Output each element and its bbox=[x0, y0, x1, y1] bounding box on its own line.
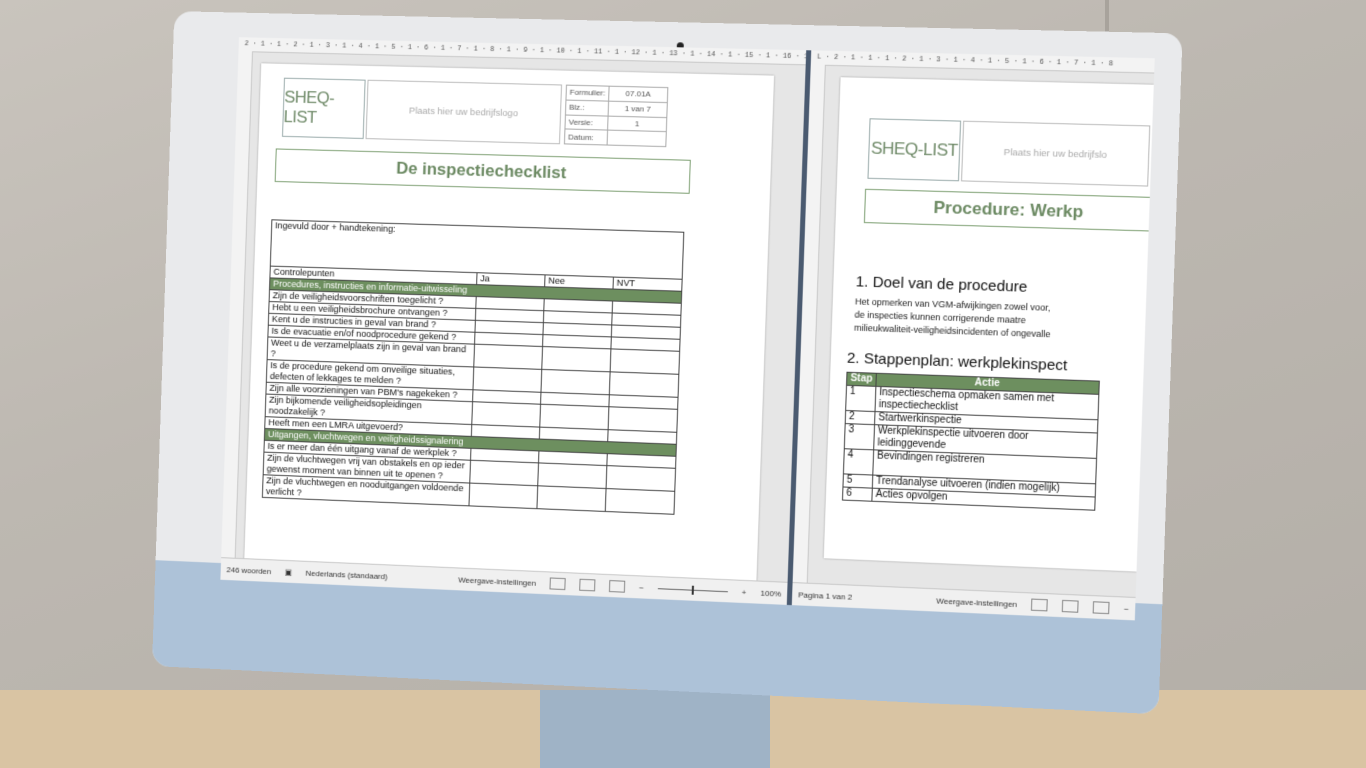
print-layout-icon[interactable] bbox=[1062, 599, 1079, 613]
cell-no[interactable] bbox=[541, 346, 611, 372]
steps-table: Stap Actie 1 Inspectieschema opmaken same… bbox=[842, 372, 1100, 511]
step-number: 3 bbox=[844, 423, 875, 450]
step-number: 6 bbox=[842, 486, 873, 502]
meta-value[interactable] bbox=[607, 130, 667, 147]
screen: 2 · 1 · 1 · 2 · 1 · 3 · 1 · 4 · 1 · 5 · … bbox=[220, 37, 1155, 621]
company-logo-placeholder: Plaats hier uw bedrijfslogo bbox=[365, 79, 563, 145]
cell-na[interactable] bbox=[605, 488, 675, 515]
cell-no[interactable] bbox=[540, 369, 611, 395]
cell-yes[interactable] bbox=[473, 344, 543, 370]
meta-value[interactable]: 1 bbox=[607, 115, 667, 132]
print-layout-icon[interactable] bbox=[579, 578, 596, 592]
horizontal-ruler[interactable]: L · 2 · 1 · 1 · 1 · 2 · 1 · 3 · 1 · 4 · … bbox=[810, 50, 1155, 74]
zoom-out-icon[interactable]: − bbox=[639, 583, 644, 592]
horizontal-ruler[interactable]: 2 · 1 · 1 · 2 · 1 · 3 · 1 · 4 · 1 · 5 · … bbox=[238, 37, 807, 66]
sheq-list-logo: SHEQ-LIST bbox=[867, 118, 962, 182]
monitor-stand bbox=[540, 690, 770, 768]
web-layout-icon[interactable] bbox=[1092, 601, 1110, 615]
meta-label: Formulier: bbox=[565, 85, 610, 101]
step-number: 4 bbox=[843, 448, 874, 476]
word-count[interactable]: 246 woorden bbox=[226, 565, 271, 576]
web-layout-icon[interactable] bbox=[609, 580, 626, 593]
page-header: SHEQ-LIST Plaats hier uw bedrijfslo bbox=[867, 118, 1151, 187]
meta-label: Versie: bbox=[564, 114, 609, 131]
document-title[interactable]: Procedure: Werkp bbox=[863, 188, 1154, 232]
form-meta-table: Formulier: 07.01A Blz.: 1 van 7 Versie: 1 D… bbox=[564, 85, 668, 148]
zoom-level[interactable]: 100% bbox=[760, 588, 781, 598]
step-number: 2 bbox=[845, 410, 876, 425]
meta-label: Blz.: bbox=[565, 99, 609, 116]
cell-no[interactable] bbox=[536, 485, 607, 512]
zoom-slider[interactable] bbox=[657, 585, 728, 595]
cell-no[interactable] bbox=[537, 462, 607, 489]
section-heading-1[interactable]: 1. Doel van de procedure bbox=[855, 273, 1027, 296]
cell-yes[interactable] bbox=[469, 460, 539, 486]
left-document-window: 2 · 1 · 1 · 2 · 1 · 3 · 1 · 4 · 1 · 5 · … bbox=[220, 37, 807, 605]
paragraph-purpose[interactable]: Het opmerken van VGM-afwijkingen zowel v… bbox=[854, 295, 1052, 341]
inspection-checklist-table: Ingevuld door + handtekening: Controlepu… bbox=[262, 219, 684, 515]
zoom-in-icon[interactable]: + bbox=[742, 587, 747, 596]
cell-na[interactable] bbox=[606, 465, 676, 492]
document-page[interactable]: SHEQ-LIST Plaats hier uw bedrijfslogo Fo… bbox=[244, 63, 775, 583]
cell-no[interactable] bbox=[539, 404, 609, 430]
step-number: 5 bbox=[842, 473, 873, 489]
display-settings-button[interactable]: Weergave-instellingen bbox=[458, 575, 536, 587]
meta-value[interactable]: 07.01A bbox=[608, 86, 668, 103]
cell-yes[interactable] bbox=[468, 483, 538, 509]
cell-yes[interactable] bbox=[472, 366, 542, 393]
zoom-slider-thumb[interactable] bbox=[691, 585, 694, 595]
proofing-icon[interactable]: ▣ bbox=[285, 567, 293, 576]
step-number: 1 bbox=[845, 385, 876, 412]
monitor: 2 · 1 · 1 · 2 · 1 · 3 · 1 · 4 · 1 · 5 · … bbox=[152, 11, 1183, 715]
document-title[interactable]: De inspectiechecklist bbox=[274, 148, 691, 194]
sheq-list-logo: SHEQ-LIST bbox=[282, 77, 366, 139]
read-mode-icon[interactable] bbox=[1031, 598, 1049, 612]
meta-value[interactable]: 1 van 7 bbox=[608, 100, 668, 118]
display-settings-button[interactable]: Weergave-instellingen bbox=[936, 596, 1017, 609]
cell-na[interactable] bbox=[608, 406, 678, 433]
meta-label: Datum: bbox=[564, 129, 608, 146]
document-page[interactable]: SHEQ-LIST Plaats hier uw bedrijfslo Proc… bbox=[823, 77, 1154, 572]
section-heading-2[interactable]: 2. Stappenplan: werkplekinspect bbox=[847, 350, 1068, 375]
read-mode-icon[interactable] bbox=[549, 577, 566, 591]
cell-na[interactable] bbox=[610, 348, 680, 375]
zoom-out-icon[interactable]: − bbox=[1124, 604, 1129, 613]
cell-na[interactable] bbox=[609, 371, 679, 398]
cell-yes[interactable] bbox=[471, 401, 541, 428]
right-document-window: L · 2 · 1 · 1 · 1 · 2 · 1 · 3 · 1 · 4 · … bbox=[791, 50, 1155, 621]
page-header: SHEQ-LIST Plaats hier uw bedrijfslogo Fo… bbox=[282, 77, 668, 148]
company-logo-placeholder: Plaats hier uw bedrijfslo bbox=[961, 120, 1151, 187]
col-header-step: Stap bbox=[846, 372, 877, 387]
language-label[interactable]: Nederlands (standaard) bbox=[306, 568, 388, 580]
page-indicator[interactable]: Pagina 1 van 2 bbox=[798, 590, 852, 601]
